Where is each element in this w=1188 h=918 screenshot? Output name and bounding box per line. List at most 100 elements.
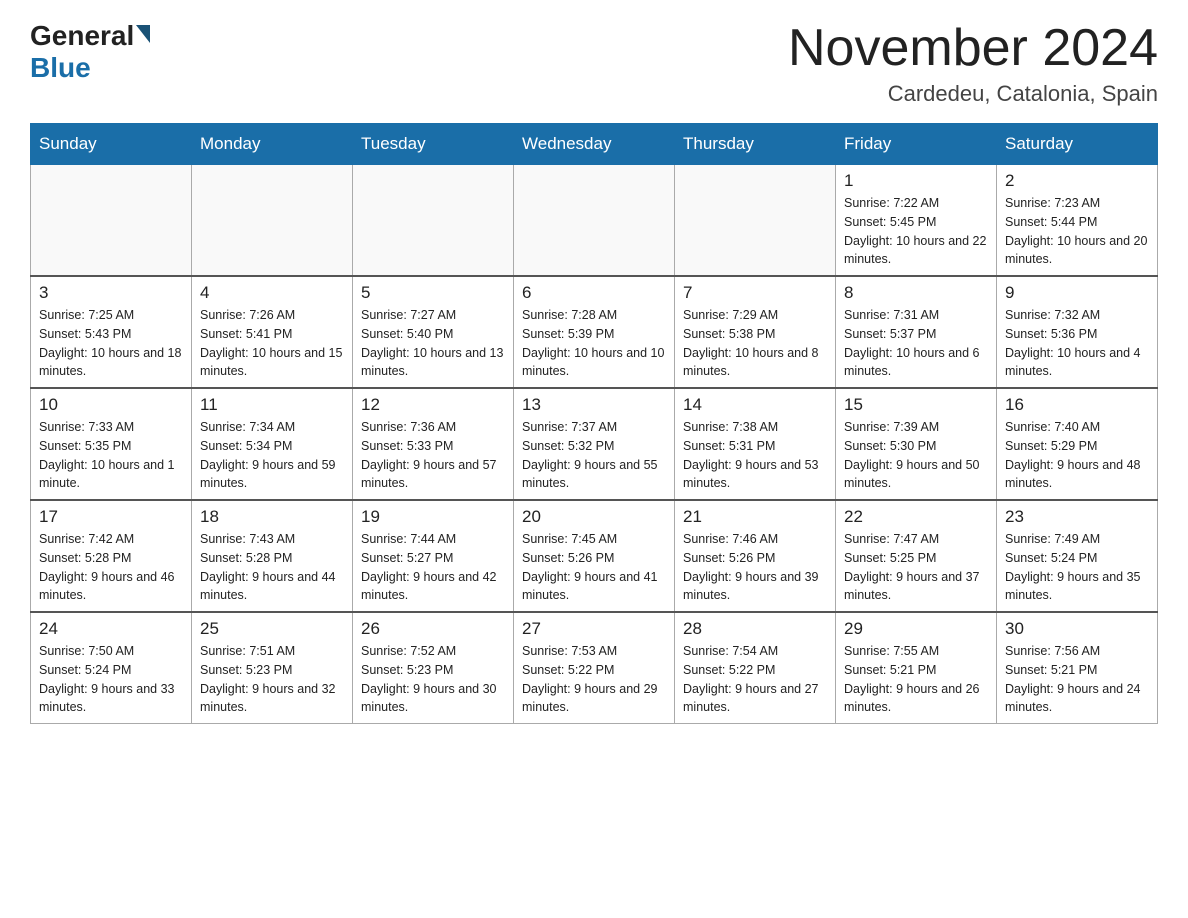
day-number: 11 (200, 395, 344, 415)
table-row: 19 Sunrise: 7:44 AMSunset: 5:27 PMDayligh… (353, 500, 514, 612)
day-number: 7 (683, 283, 827, 303)
day-info: Sunrise: 7:25 AMSunset: 5:43 PMDaylight:… (39, 306, 183, 381)
day-info: Sunrise: 7:27 AMSunset: 5:40 PMDaylight:… (361, 306, 505, 381)
col-friday: Friday (836, 124, 997, 165)
day-number: 17 (39, 507, 183, 527)
day-number: 22 (844, 507, 988, 527)
table-row: 4 Sunrise: 7:26 AMSunset: 5:41 PMDaylight… (192, 276, 353, 388)
day-info: Sunrise: 7:43 AMSunset: 5:28 PMDaylight:… (200, 530, 344, 605)
logo-general-text: General (30, 20, 134, 52)
day-info: Sunrise: 7:33 AMSunset: 5:35 PMDaylight:… (39, 418, 183, 493)
table-row: 29Sunrise: 7:55 AMSunset: 5:21 PMDayligh… (836, 612, 997, 724)
col-saturday: Saturday (997, 124, 1158, 165)
day-number: 27 (522, 619, 666, 639)
table-row: 30Sunrise: 7:56 AMSunset: 5:21 PMDayligh… (997, 612, 1158, 724)
day-info: Sunrise: 7:40 AMSunset: 5:29 PMDaylight:… (1005, 418, 1149, 493)
day-number: 24 (39, 619, 183, 639)
table-row (31, 165, 192, 277)
day-number: 15 (844, 395, 988, 415)
day-info: Sunrise: 7:39 AMSunset: 5:30 PMDaylight:… (844, 418, 988, 493)
table-row: 24Sunrise: 7:50 AMSunset: 5:24 PMDayligh… (31, 612, 192, 724)
table-row: 7 Sunrise: 7:29 AMSunset: 5:38 PMDaylight… (675, 276, 836, 388)
calendar-week-row: 24Sunrise: 7:50 AMSunset: 5:24 PMDayligh… (31, 612, 1158, 724)
logo: General Blue (30, 20, 152, 84)
table-row: 5 Sunrise: 7:27 AMSunset: 5:40 PMDaylight… (353, 276, 514, 388)
day-info: Sunrise: 7:22 AMSunset: 5:45 PMDaylight:… (844, 194, 988, 269)
day-number: 21 (683, 507, 827, 527)
day-info: Sunrise: 7:45 AMSunset: 5:26 PMDaylight:… (522, 530, 666, 605)
day-info: Sunrise: 7:46 AMSunset: 5:26 PMDaylight:… (683, 530, 827, 605)
day-info: Sunrise: 7:36 AMSunset: 5:33 PMDaylight:… (361, 418, 505, 493)
table-row: 16 Sunrise: 7:40 AMSunset: 5:29 PMDayligh… (997, 388, 1158, 500)
day-number: 9 (1005, 283, 1149, 303)
day-info: Sunrise: 7:29 AMSunset: 5:38 PMDaylight:… (683, 306, 827, 381)
day-number: 4 (200, 283, 344, 303)
day-number: 2 (1005, 171, 1149, 191)
day-info: Sunrise: 7:51 AMSunset: 5:23 PMDaylight:… (200, 642, 344, 717)
day-number: 20 (522, 507, 666, 527)
day-info: Sunrise: 7:31 AMSunset: 5:37 PMDaylight:… (844, 306, 988, 381)
day-info: Sunrise: 7:47 AMSunset: 5:25 PMDaylight:… (844, 530, 988, 605)
day-number: 16 (1005, 395, 1149, 415)
calendar-header-row: Sunday Monday Tuesday Wednesday Thursday… (31, 124, 1158, 165)
table-row: 17Sunrise: 7:42 AMSunset: 5:28 PMDayligh… (31, 500, 192, 612)
day-info: Sunrise: 7:23 AMSunset: 5:44 PMDaylight:… (1005, 194, 1149, 269)
table-row (675, 165, 836, 277)
table-row: 15 Sunrise: 7:39 AMSunset: 5:30 PMDayligh… (836, 388, 997, 500)
day-number: 5 (361, 283, 505, 303)
table-row: 26 Sunrise: 7:52 AMSunset: 5:23 PMDayligh… (353, 612, 514, 724)
day-info: Sunrise: 7:34 AMSunset: 5:34 PMDaylight:… (200, 418, 344, 493)
table-row: 9 Sunrise: 7:32 AMSunset: 5:36 PMDaylight… (997, 276, 1158, 388)
calendar-table: Sunday Monday Tuesday Wednesday Thursday… (30, 123, 1158, 724)
day-number: 13 (522, 395, 666, 415)
day-info: Sunrise: 7:32 AMSunset: 5:36 PMDaylight:… (1005, 306, 1149, 381)
month-year-title: November 2024 (788, 20, 1158, 77)
table-row: 20 Sunrise: 7:45 AMSunset: 5:26 PMDayligh… (514, 500, 675, 612)
day-number: 29 (844, 619, 988, 639)
table-row (192, 165, 353, 277)
day-info: Sunrise: 7:37 AMSunset: 5:32 PMDaylight:… (522, 418, 666, 493)
col-thursday: Thursday (675, 124, 836, 165)
day-number: 18 (200, 507, 344, 527)
table-row: 3Sunrise: 7:25 AMSunset: 5:43 PMDaylight… (31, 276, 192, 388)
day-number: 8 (844, 283, 988, 303)
calendar-week-row: 3Sunrise: 7:25 AMSunset: 5:43 PMDaylight… (31, 276, 1158, 388)
table-row: 18 Sunrise: 7:43 AMSunset: 5:28 PMDayligh… (192, 500, 353, 612)
day-number: 10 (39, 395, 183, 415)
day-info: Sunrise: 7:52 AMSunset: 5:23 PMDaylight:… (361, 642, 505, 717)
col-tuesday: Tuesday (353, 124, 514, 165)
title-block: November 2024 Cardedeu, Catalonia, Spain (788, 20, 1158, 107)
day-number: 1 (844, 171, 988, 191)
table-row: 25 Sunrise: 7:51 AMSunset: 5:23 PMDayligh… (192, 612, 353, 724)
logo-arrow-icon (136, 25, 150, 43)
col-monday: Monday (192, 124, 353, 165)
day-info: Sunrise: 7:49 AMSunset: 5:24 PMDaylight:… (1005, 530, 1149, 605)
day-info: Sunrise: 7:26 AMSunset: 5:41 PMDaylight:… (200, 306, 344, 381)
table-row: 12 Sunrise: 7:36 AMSunset: 5:33 PMDayligh… (353, 388, 514, 500)
calendar-week-row: 10 Sunrise: 7:33 AMSunset: 5:35 PMDayligh… (31, 388, 1158, 500)
table-row: 22 Sunrise: 7:47 AMSunset: 5:25 PMDayligh… (836, 500, 997, 612)
table-row: 14Sunrise: 7:38 AMSunset: 5:31 PMDayligh… (675, 388, 836, 500)
table-row: 23 Sunrise: 7:49 AMSunset: 5:24 PMDayligh… (997, 500, 1158, 612)
table-row: 13 Sunrise: 7:37 AMSunset: 5:32 PMDayligh… (514, 388, 675, 500)
location-subtitle: Cardedeu, Catalonia, Spain (788, 81, 1158, 107)
day-info: Sunrise: 7:38 AMSunset: 5:31 PMDaylight:… (683, 418, 827, 493)
calendar-week-row: 1 Sunrise: 7:22 AMSunset: 5:45 PMDaylight… (31, 165, 1158, 277)
day-number: 12 (361, 395, 505, 415)
table-row: 27Sunrise: 7:53 AMSunset: 5:22 PMDayligh… (514, 612, 675, 724)
table-row: 21 Sunrise: 7:46 AMSunset: 5:26 PMDayligh… (675, 500, 836, 612)
day-number: 26 (361, 619, 505, 639)
day-info: Sunrise: 7:44 AMSunset: 5:27 PMDaylight:… (361, 530, 505, 605)
day-number: 25 (200, 619, 344, 639)
col-sunday: Sunday (31, 124, 192, 165)
logo-blue-text: Blue (30, 52, 91, 83)
day-number: 23 (1005, 507, 1149, 527)
page-header: General Blue November 2024 Cardedeu, Cat… (30, 20, 1158, 107)
col-wednesday: Wednesday (514, 124, 675, 165)
table-row (514, 165, 675, 277)
day-info: Sunrise: 7:54 AMSunset: 5:22 PMDaylight:… (683, 642, 827, 717)
calendar-week-row: 17Sunrise: 7:42 AMSunset: 5:28 PMDayligh… (31, 500, 1158, 612)
table-row: 2 Sunrise: 7:23 AMSunset: 5:44 PMDaylight… (997, 165, 1158, 277)
day-number: 30 (1005, 619, 1149, 639)
day-number: 19 (361, 507, 505, 527)
